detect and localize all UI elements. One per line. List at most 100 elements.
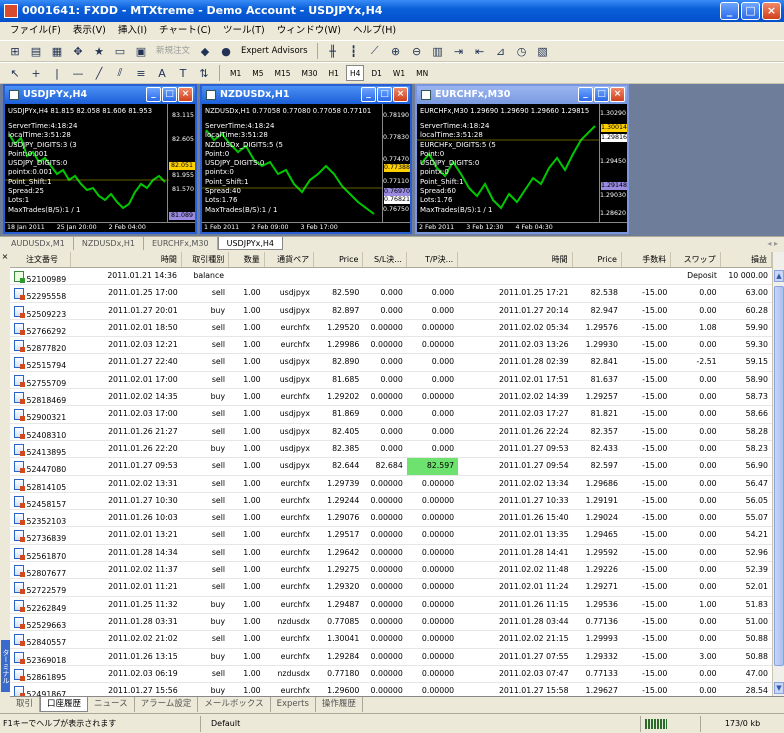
cursor-icon[interactable]: ↖: [6, 64, 24, 82]
timeframe-h4[interactable]: H4: [345, 65, 365, 81]
table-row[interactable]: 52861895 2011.02.03 06:19 sell 1.00 nzdusdx 0…: [10, 666, 772, 684]
tab-account-history[interactable]: 口座履歴: [40, 697, 89, 712]
table-row[interactable]: 52755709 2011.02.01 17:00 sell 1.00 usdjpyx 8…: [10, 372, 772, 390]
navigator-icon[interactable]: ★: [90, 42, 108, 60]
table-row[interactable]: 52408310 2011.01.26 21:27 sell 1.00 usdjpyx 8…: [10, 424, 772, 441]
arrows-icon[interactable]: ⇅: [195, 64, 213, 82]
menu-help[interactable]: ヘルプ(H): [347, 22, 402, 40]
menu-tools[interactable]: ツール(T): [217, 22, 271, 40]
chart-minimize-button[interactable]: _: [578, 87, 593, 102]
chart-canvas[interactable]: EURCHFx,M30 1.29690 1.29690 1.29660 1.29…: [417, 104, 627, 232]
table-row[interactable]: 52722579 2011.02.01 11:21 sell 1.00 eurchfx 1…: [10, 579, 772, 597]
chart-maximize-button[interactable]: □: [594, 87, 609, 102]
table-row[interactable]: 52807677 2011.02.02 11:37 sell 1.00 eurchfx 1…: [10, 562, 772, 580]
col-header-type[interactable]: 取引種別: [182, 252, 230, 267]
tab-experts[interactable]: Experts: [271, 697, 316, 712]
timeframe-h1[interactable]: H1: [325, 65, 343, 81]
col-header-close-time[interactable]: 時間: [458, 252, 573, 267]
col-header-close-price[interactable]: Price: [573, 252, 622, 267]
profiles-icon[interactable]: ▤: [27, 42, 45, 60]
chart-tab-nzdusd[interactable]: NZDUSDx,H1: [74, 237, 144, 250]
channel-icon[interactable]: ⫽: [111, 64, 129, 82]
menu-insert[interactable]: 挿入(I): [112, 22, 153, 40]
market-watch-icon[interactable]: ▦: [48, 42, 66, 60]
col-header-symbol[interactable]: 通貨ペア: [265, 252, 315, 267]
menu-file[interactable]: ファイル(F): [4, 22, 67, 40]
timeframe-d1[interactable]: D1: [367, 65, 386, 81]
col-header-profit[interactable]: 損益: [721, 252, 772, 267]
timeframe-mn[interactable]: MN: [412, 65, 432, 81]
periods-icon[interactable]: ◷: [513, 42, 531, 60]
chart-tab-eurchf[interactable]: EURCHFx,M30: [144, 237, 218, 250]
scrollbar-thumb[interactable]: [774, 286, 784, 666]
chart-close-button[interactable]: ×: [178, 87, 193, 102]
candlestick-icon[interactable]: ┇: [345, 42, 363, 60]
indicators-icon[interactable]: ⊿: [492, 42, 510, 60]
timeframe-w1[interactable]: W1: [389, 65, 409, 81]
col-header-order[interactable]: 注文番号: [10, 252, 72, 267]
chart-minimize-button[interactable]: _: [146, 87, 161, 102]
chart-close-button[interactable]: ×: [610, 87, 625, 102]
scroll-down-icon[interactable]: ▼: [774, 682, 784, 694]
table-row[interactable]: 52840557 2011.02.02 21:02 sell 1.00 eurchfx 1…: [10, 631, 772, 649]
tab-journal[interactable]: 操作履歴: [316, 697, 363, 712]
terminal-icon[interactable]: ▭: [111, 42, 129, 60]
text-tool-icon[interactable]: A: [153, 64, 171, 82]
table-row[interactable]: 52369018 2011.01.26 13:15 buy 1.00 eurchfx 1.…: [10, 649, 772, 666]
menu-view[interactable]: 表示(V): [67, 22, 112, 40]
table-row[interactable]: 52262849 2011.01.25 11:32 buy 1.00 eurchfx 1.…: [10, 597, 772, 614]
scroll-up-icon[interactable]: ▲: [774, 270, 784, 282]
timeframe-m15[interactable]: M15: [271, 65, 295, 81]
trendline-icon[interactable]: ╱: [90, 64, 108, 82]
table-row[interactable]: 52736839 2011.02.01 13:21 sell 1.00 eurchfx 1…: [10, 527, 772, 545]
zoom-out-icon[interactable]: ⊖: [408, 42, 426, 60]
timeframe-m5[interactable]: M5: [248, 65, 267, 81]
balance-row[interactable]: 52100989 2011.01.21 14:36 balance Deposi…: [10, 268, 772, 286]
chart-tab-usdjpy[interactable]: USDJPYx,H4: [217, 237, 283, 250]
fibonacci-icon[interactable]: ≡: [132, 64, 150, 82]
timeframe-m30[interactable]: M30: [298, 65, 322, 81]
autoscroll-icon[interactable]: ⇥: [450, 42, 468, 60]
templates-icon[interactable]: ▧: [534, 42, 552, 60]
bar-chart-icon[interactable]: ╫: [324, 42, 342, 60]
close-button[interactable]: ×: [762, 2, 781, 20]
timeframe-m1[interactable]: M1: [226, 65, 245, 81]
col-header-sl[interactable]: S/L決...: [363, 252, 407, 267]
chart-canvas[interactable]: USDJPYx,H4 81.815 82.058 81.606 81.953 S…: [5, 104, 195, 232]
table-row[interactable]: 52766292 2011.02.01 18:50 sell 1.00 eurchfx 1…: [10, 320, 772, 338]
expert-advisors-button[interactable]: Expert Advisors: [238, 42, 311, 60]
terminal-close-icon[interactable]: ×: [0, 250, 10, 264]
menu-window[interactable]: ウィンドウ(W): [271, 22, 347, 40]
tab-trade[interactable]: 取引: [10, 697, 41, 712]
menu-charts[interactable]: チャート(C): [153, 22, 217, 40]
minimize-button[interactable]: _: [720, 2, 739, 20]
data-window-icon[interactable]: ✥: [69, 42, 87, 60]
table-row[interactable]: 52529663 2011.01.28 03:31 buy 1.00 nzdusdx 0.…: [10, 614, 772, 632]
new-chart-icon[interactable]: ⊞: [6, 42, 24, 60]
col-header-open-price[interactable]: Price: [314, 252, 364, 267]
table-row[interactable]: 52295558 2011.01.25 17:00 sell 1.00 usdjpyx 8…: [10, 285, 772, 303]
table-row[interactable]: 52561870 2011.01.28 14:34 sell 1.00 eurchfx 1…: [10, 545, 772, 563]
table-row[interactable]: 52447080 2011.01.27 09:53 sell 1.00 usdjpyx 8…: [10, 458, 772, 476]
tab-alerts[interactable]: アラーム設定: [135, 697, 199, 712]
chart-close-button[interactable]: ×: [393, 87, 408, 102]
chart-tab-audusd[interactable]: AUDUSDx,M1: [3, 237, 74, 250]
maximize-button[interactable]: □: [741, 2, 760, 20]
col-header-volume[interactable]: 数量: [229, 252, 265, 267]
tab-news[interactable]: ニュース: [88, 697, 135, 712]
table-row[interactable]: 52877820 2011.02.03 12:21 sell 1.00 eurchfx 1…: [10, 337, 772, 355]
table-row[interactable]: 52491867 2011.01.27 15:56 buy 1.00 eurchfx 1.…: [10, 683, 772, 696]
chart-maximize-button[interactable]: □: [162, 87, 177, 102]
table-row[interactable]: 52900321 2011.02.03 17:00 sell 1.00 usdjpyx 8…: [10, 406, 772, 424]
expert-advisors-icon[interactable]: ●: [217, 42, 235, 60]
table-row[interactable]: 52458157 2011.01.27 10:30 sell 1.00 eurchfx 1…: [10, 493, 772, 511]
chart-tabs-scroll-arrows[interactable]: ◂ ▸: [767, 237, 778, 250]
table-row[interactable]: 52509223 2011.01.27 20:01 buy 1.00 usdjpyx 82…: [10, 303, 772, 320]
label-tool-icon[interactable]: T: [174, 64, 192, 82]
chart-minimize-button[interactable]: _: [361, 87, 376, 102]
col-header-commission[interactable]: 手数料: [622, 252, 672, 267]
tab-mailbox[interactable]: メールボックス: [198, 697, 271, 712]
tester-icon[interactable]: ▣: [132, 42, 150, 60]
vertical-scrollbar[interactable]: ▲ ▼: [772, 252, 784, 696]
chart-canvas[interactable]: NZDUSDx,H1 0.77058 0.77080 0.77058 0.771…: [202, 104, 410, 232]
